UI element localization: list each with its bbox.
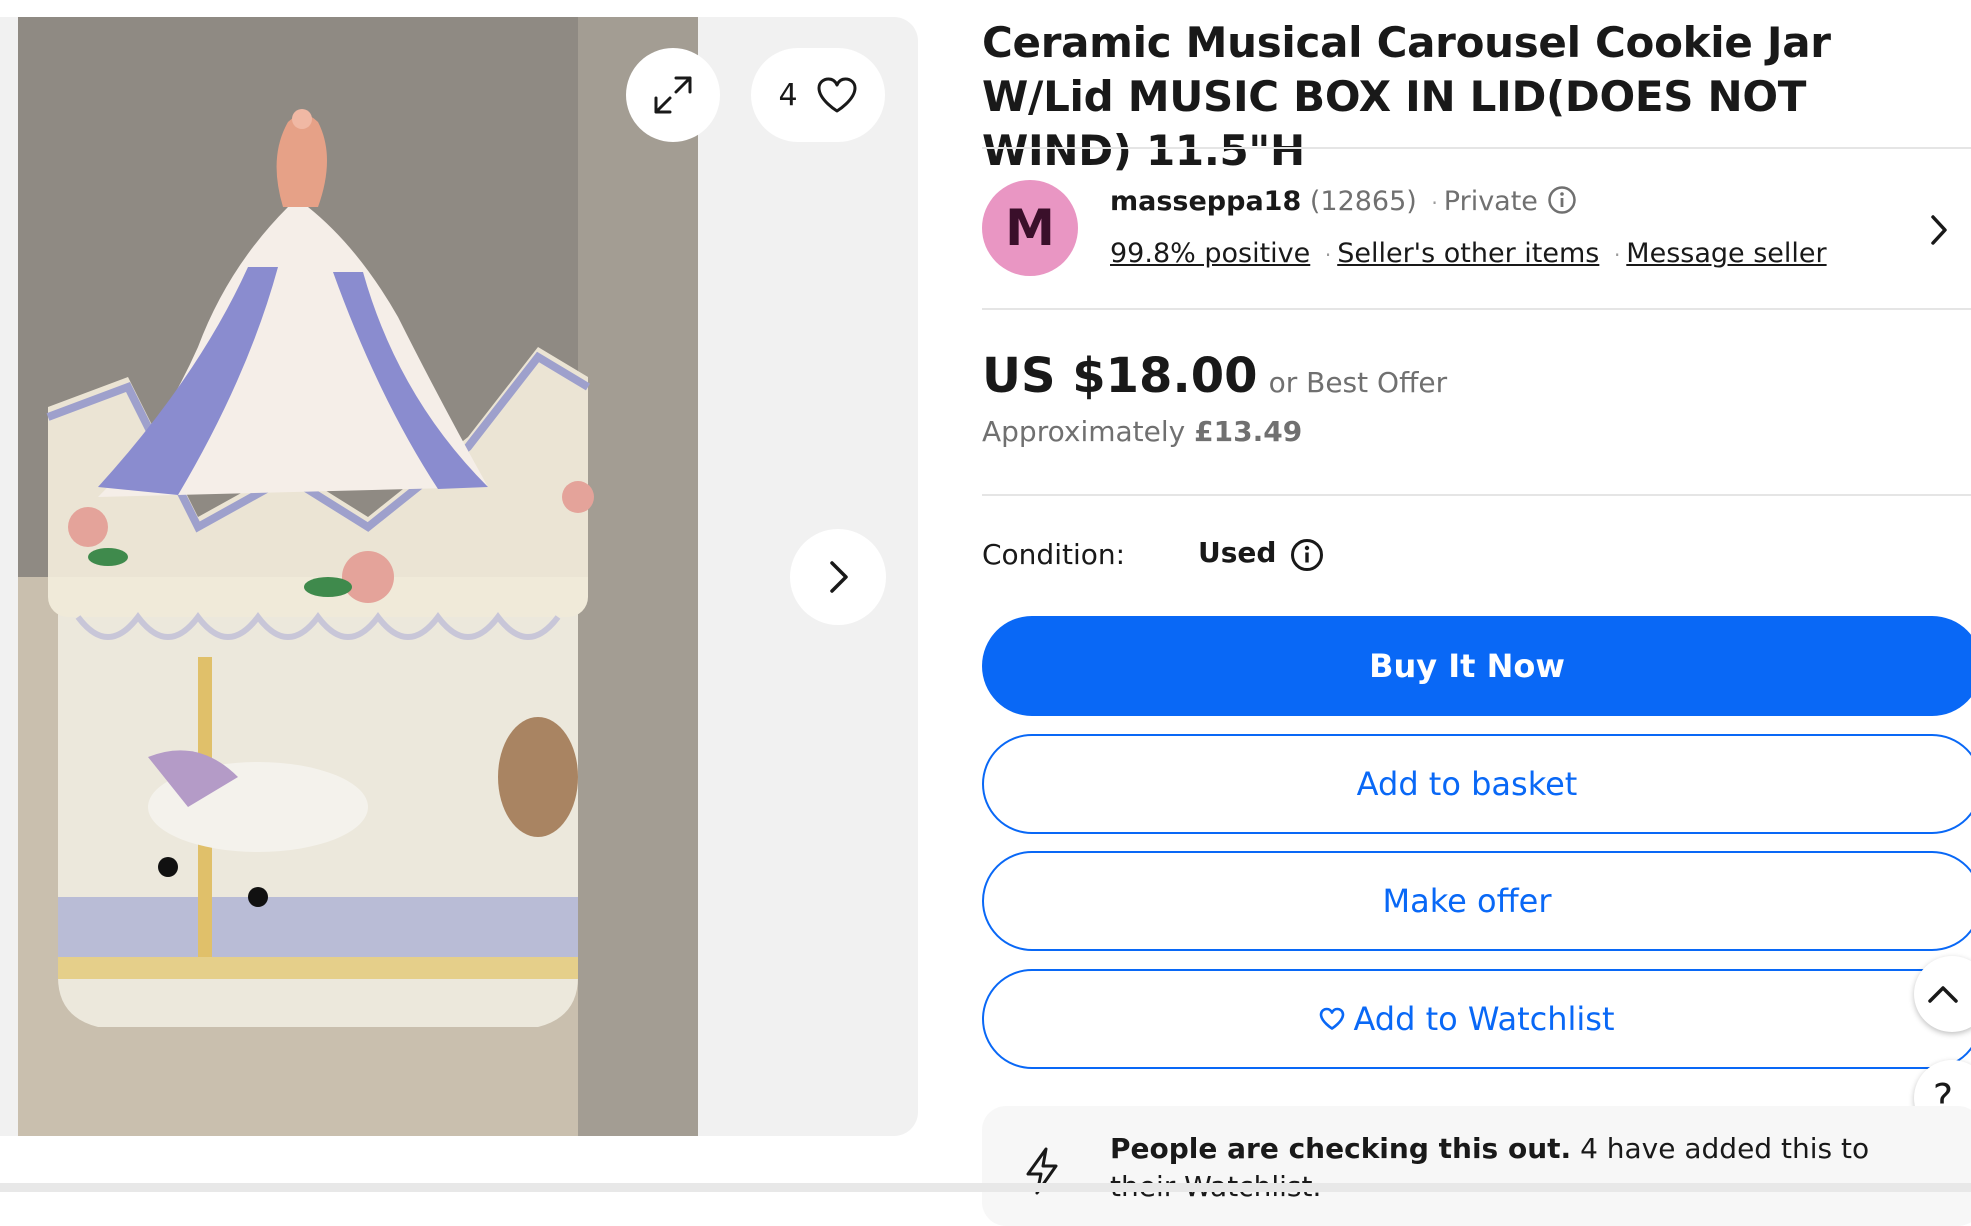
separator-dot: ·: [1431, 191, 1438, 215]
condition-label: Condition:: [982, 538, 1126, 571]
add-to-basket-button[interactable]: Add to basket: [982, 734, 1971, 834]
seller-avatar[interactable]: M: [982, 180, 1078, 276]
make-offer-label: Make offer: [1382, 882, 1552, 920]
best-offer-label: or Best Offer: [1268, 366, 1448, 399]
seller-other-items-link[interactable]: Seller's other items: [1337, 238, 1599, 269]
seller-links: 99.8% positive · Seller's other items · Me…: [1110, 236, 1827, 273]
info-icon: [1291, 539, 1323, 571]
approx-amount: £13.49: [1194, 415, 1303, 448]
add-to-watchlist-label: Add to Watchlist: [1353, 1000, 1615, 1038]
seller-feedback-count: (12865): [1309, 186, 1417, 217]
listing-title: Ceramic Musical Carousel Cookie Jar W/Li…: [982, 18, 1831, 175]
watch-count: 4: [778, 77, 798, 113]
buy-it-now-button[interactable]: Buy It Now: [982, 616, 1971, 716]
divider: [982, 147, 1971, 149]
separator-dot: ·: [1324, 243, 1332, 267]
separator-dot: ·: [1613, 243, 1621, 267]
expand-icon: [654, 76, 692, 114]
product-image[interactable]: [18, 17, 698, 1136]
heart-icon: [1320, 1007, 1345, 1030]
chevron-right-icon: [1931, 215, 1947, 245]
price-row: US $18.00 or Best Offer: [982, 348, 1447, 404]
condition-value: Used: [1198, 536, 1277, 569]
seller-info: masseppa18 (12865) · Private: [1110, 184, 1577, 221]
image-gallery: 4: [0, 17, 918, 1136]
activity-banner: People are checking this out. 4 have add…: [982, 1106, 1971, 1226]
divider: [982, 494, 1971, 496]
seller-name[interactable]: masseppa18: [1110, 186, 1301, 217]
add-to-watchlist-button[interactable]: Add to Watchlist: [982, 969, 1971, 1069]
add-to-basket-label: Add to basket: [1356, 765, 1578, 803]
seller-positive-link[interactable]: 99.8% positive: [1110, 238, 1310, 269]
expand-image-button[interactable]: [626, 48, 720, 142]
seller-details-button[interactable]: [1928, 212, 1950, 252]
activity-text: People are checking this out. 4 have add…: [1110, 1130, 1870, 1206]
buy-it-now-label: Buy It Now: [1369, 647, 1565, 685]
chevron-right-icon: [830, 561, 848, 593]
price: US $18.00: [982, 348, 1258, 404]
condition-info-button[interactable]: [1290, 538, 1324, 576]
chevron-up-icon: [1928, 986, 1958, 1003]
message-seller-link[interactable]: Message seller: [1626, 238, 1826, 269]
watch-count-button[interactable]: 4: [751, 48, 885, 142]
divider: [982, 308, 1971, 310]
next-image-button[interactable]: [790, 529, 886, 625]
bottom-border: [0, 1183, 1971, 1192]
heart-icon: [817, 77, 857, 113]
seller-type: Private: [1443, 186, 1538, 217]
activity-headline: People are checking this out.: [1110, 1132, 1572, 1165]
info-icon[interactable]: [1547, 185, 1577, 215]
approx-label: Approximately: [982, 415, 1186, 448]
approx-price: Approximately £13.49: [982, 415, 1302, 448]
make-offer-button[interactable]: Make offer: [982, 851, 1971, 951]
